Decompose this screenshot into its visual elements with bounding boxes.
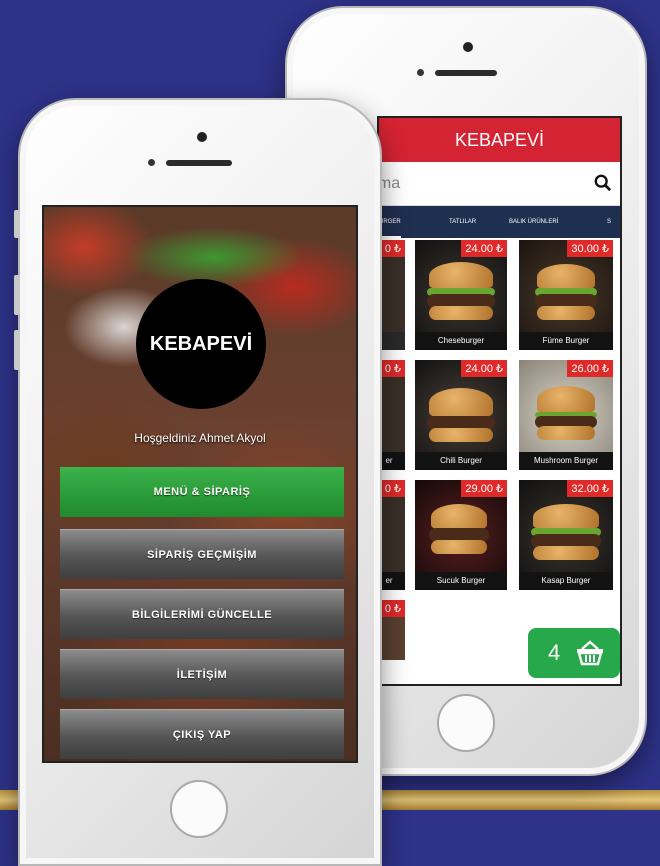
price-badge: 32.00 ₺ bbox=[567, 480, 613, 497]
logout-button[interactable]: ÇIKIŞ YAP bbox=[60, 709, 344, 759]
earpiece-speaker bbox=[166, 160, 232, 166]
product-name: Cheseburger bbox=[415, 332, 507, 350]
search-bar bbox=[379, 162, 620, 206]
price-badge: 24.00 ₺ bbox=[461, 360, 507, 377]
price-badge: 24.00 ₺ bbox=[461, 240, 507, 257]
price-badge: 0 ₺ bbox=[380, 360, 405, 377]
brand-logo: KEBAPEVİ bbox=[136, 279, 266, 409]
contact-button[interactable]: İLETİŞİM bbox=[60, 649, 344, 699]
volume-up-button bbox=[14, 275, 20, 315]
tab-tatlilar[interactable]: TATLILAR bbox=[449, 206, 476, 238]
tab-more[interactable]: S bbox=[607, 206, 611, 238]
tab-balik-urunleri[interactable]: BALIK ÜRÜNLERİ bbox=[509, 206, 558, 238]
product-name: Chili Burger bbox=[415, 452, 507, 470]
tab-burger[interactable]: BURGER bbox=[379, 206, 401, 238]
product-card[interactable]: 30.00 ₺ Füme Burger bbox=[519, 240, 613, 350]
price-badge: 26.00 ₺ bbox=[567, 360, 613, 377]
front-camera bbox=[463, 42, 473, 52]
menu-order-button[interactable]: MENÜ & SİPARİŞ bbox=[60, 467, 344, 517]
cart-count: 4 bbox=[548, 640, 561, 665]
app-header: KEBAPEVİ bbox=[379, 118, 620, 162]
product-card[interactable]: 24.00 ₺ Cheseburger bbox=[415, 240, 507, 350]
proximity-sensor bbox=[417, 69, 424, 76]
front-phone: KEBAPEVİ Hoşgeldiniz Ahmet Akyol MENÜ & … bbox=[14, 98, 382, 866]
mute-switch bbox=[14, 210, 20, 238]
main-menu-screen: KEBAPEVİ Hoşgeldiniz Ahmet Akyol MENÜ & … bbox=[42, 205, 358, 763]
earpiece-speaker bbox=[435, 70, 497, 76]
price-badge: 0 ₺ bbox=[380, 480, 405, 497]
front-camera bbox=[197, 132, 207, 142]
product-name: Füme Burger bbox=[519, 332, 613, 350]
product-card[interactable]: 29.00 ₺ Sucuk Burger bbox=[415, 480, 507, 590]
update-info-button[interactable]: BİLGİLERİMİ GÜNCELLE bbox=[60, 589, 344, 639]
volume-down-button bbox=[14, 330, 20, 370]
category-tabs: BURGER TATLILAR BALIK ÜRÜNLERİ S bbox=[379, 206, 620, 238]
product-card[interactable]: 26.00 ₺ Mushroom Burger bbox=[519, 360, 613, 470]
search-input[interactable] bbox=[379, 170, 589, 198]
search-icon[interactable] bbox=[594, 174, 612, 192]
cart-button[interactable]: 4 bbox=[528, 628, 620, 678]
price-badge: 29.00 ₺ bbox=[461, 480, 507, 497]
home-button[interactable] bbox=[170, 780, 228, 838]
proximity-sensor bbox=[148, 159, 155, 166]
basket-icon bbox=[577, 640, 603, 666]
order-history-button[interactable]: SİPARİŞ GEÇMİŞİM bbox=[60, 529, 344, 579]
price-badge: 0 ₺ bbox=[380, 600, 405, 617]
home-button[interactable] bbox=[437, 694, 495, 752]
price-badge: 0 ₺ bbox=[380, 240, 405, 257]
product-name: Sucuk Burger bbox=[415, 572, 507, 590]
product-card[interactable]: 32.00 ₺ Kasap Burger bbox=[519, 480, 613, 590]
product-name: Mushroom Burger bbox=[519, 452, 613, 470]
product-grid: 0 ₺ 24.00 ₺ Cheseburger 30.00 ₺ Füme Bur… bbox=[379, 238, 620, 684]
product-card[interactable]: 24.00 ₺ Chili Burger bbox=[415, 360, 507, 470]
welcome-text: Hoşgeldiniz Ahmet Akyol bbox=[134, 431, 266, 445]
product-name: Kasap Burger bbox=[519, 572, 613, 590]
product-list-screen: KEBAPEVİ BURGER TATLILAR BALIK ÜRÜNLERİ … bbox=[377, 116, 622, 686]
price-badge: 30.00 ₺ bbox=[567, 240, 613, 257]
